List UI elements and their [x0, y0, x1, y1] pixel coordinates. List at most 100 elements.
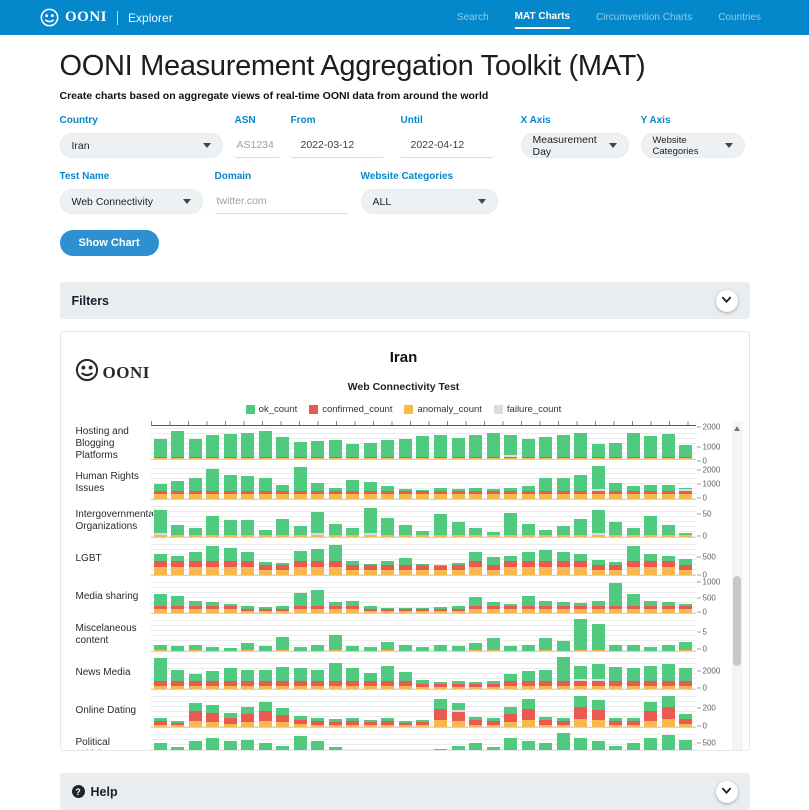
stacked-bar[interactable]	[592, 664, 605, 689]
stacked-bar[interactable]	[399, 439, 412, 459]
stacked-bar[interactable]	[294, 647, 307, 651]
stacked-bar[interactable]	[487, 489, 500, 499]
stacked-bar[interactable]	[487, 747, 500, 751]
stacked-bar[interactable]	[241, 670, 254, 689]
stacked-bar[interactable]	[469, 643, 482, 651]
stacked-bar[interactable]	[259, 702, 272, 727]
filters-chevron-button[interactable]	[716, 290, 738, 312]
nav-link-circumvention-charts[interactable]: Circumvention Charts	[596, 8, 692, 28]
help-collapse-bar[interactable]: ? Help	[60, 773, 750, 810]
stacked-bar[interactable]	[662, 525, 675, 537]
stacked-bar[interactable]	[627, 668, 640, 689]
stacked-bar[interactable]	[679, 668, 692, 689]
stacked-bar[interactable]	[662, 434, 675, 459]
stacked-bar[interactable]	[452, 606, 465, 613]
stacked-bar[interactable]	[557, 733, 570, 751]
stacked-bar[interactable]	[644, 666, 657, 689]
stacked-bar[interactable]	[259, 530, 272, 537]
stacked-bar[interactable]	[644, 485, 657, 499]
stacked-bar[interactable]	[574, 475, 587, 499]
stacked-bar[interactable]	[276, 667, 289, 689]
stacked-bar[interactable]	[399, 558, 412, 575]
show-chart-button[interactable]: Show Chart	[60, 230, 159, 256]
stacked-bar[interactable]	[329, 719, 342, 727]
stacked-bar[interactable]	[522, 552, 535, 575]
stacked-bar[interactable]	[399, 672, 412, 689]
stacked-bar[interactable]	[364, 443, 377, 459]
stacked-bar[interactable]	[574, 696, 587, 727]
stacked-bar[interactable]	[276, 519, 289, 537]
stacked-bar[interactable]	[329, 602, 342, 613]
stacked-bar[interactable]	[539, 478, 552, 499]
stacked-bar[interactable]	[627, 432, 640, 459]
scrollbar-thumb[interactable]	[733, 576, 741, 666]
stacked-bar[interactable]	[662, 664, 675, 689]
stacked-bar[interactable]	[452, 746, 465, 751]
stacked-bar[interactable]	[259, 431, 272, 459]
stacked-bar[interactable]	[627, 743, 640, 751]
stacked-bar[interactable]	[206, 671, 219, 689]
stacked-bar[interactable]	[662, 735, 675, 751]
stacked-bar[interactable]	[679, 604, 692, 613]
stacked-bar[interactable]	[416, 647, 429, 651]
stacked-bar[interactable]	[452, 563, 465, 575]
stacked-bar[interactable]	[644, 702, 657, 727]
stacked-bar[interactable]	[662, 602, 675, 613]
stacked-bar[interactable]	[259, 646, 272, 651]
chart-scrollbar[interactable]	[732, 421, 743, 751]
stacked-bar[interactable]	[416, 608, 429, 613]
stacked-bar[interactable]	[241, 606, 254, 613]
stacked-bar[interactable]	[487, 602, 500, 613]
stacked-bar[interactable]	[679, 714, 692, 727]
stacked-bar[interactable]	[276, 708, 289, 727]
stacked-bar[interactable]	[346, 646, 359, 651]
stacked-bar[interactable]	[311, 512, 324, 537]
stacked-bar[interactable]	[206, 602, 219, 613]
stacked-bar[interactable]	[241, 643, 254, 651]
stacked-bar[interactable]	[539, 743, 552, 751]
stacked-bar[interactable]	[346, 718, 359, 727]
stacked-bar[interactable]	[592, 700, 605, 727]
stacked-bar[interactable]	[294, 551, 307, 575]
stacked-bar[interactable]	[224, 713, 237, 727]
stacked-bar[interactable]	[592, 601, 605, 613]
stacked-bar[interactable]	[154, 658, 167, 689]
stacked-bar[interactable]	[171, 646, 184, 651]
stacked-bar[interactable]	[539, 550, 552, 575]
stacked-bar[interactable]	[276, 485, 289, 499]
stacked-bar[interactable]	[679, 445, 692, 459]
stacked-bar[interactable]	[329, 663, 342, 689]
asn-input[interactable]: AS1234	[235, 133, 279, 158]
stacked-bar[interactable]	[171, 596, 184, 613]
stacked-bar[interactable]	[522, 596, 535, 613]
stacked-bar[interactable]	[329, 488, 342, 499]
stacked-bar[interactable]	[206, 738, 219, 751]
stacked-bar[interactable]	[241, 432, 254, 459]
stacked-bar[interactable]	[487, 718, 500, 727]
stacked-bar[interactable]	[346, 668, 359, 689]
stacked-bar[interactable]	[311, 670, 324, 689]
stacked-bar[interactable]	[574, 619, 587, 651]
stacked-bar[interactable]	[557, 718, 570, 727]
stacked-bar[interactable]	[276, 563, 289, 575]
stacked-bar[interactable]	[609, 718, 622, 727]
stacked-bar[interactable]	[154, 718, 167, 727]
stacked-bar[interactable]	[539, 670, 552, 689]
stacked-bar[interactable]	[224, 475, 237, 499]
stacked-bar[interactable]	[592, 510, 605, 537]
stacked-bar[interactable]	[171, 747, 184, 751]
stacked-bar[interactable]	[487, 557, 500, 575]
stacked-bar[interactable]	[189, 703, 202, 727]
stacked-bar[interactable]	[469, 435, 482, 459]
stacked-bar[interactable]	[644, 436, 657, 459]
stacked-bar[interactable]	[224, 548, 237, 575]
stacked-bar[interactable]	[364, 606, 377, 613]
stacked-bar[interactable]	[504, 604, 517, 613]
stacked-bar[interactable]	[469, 528, 482, 537]
stacked-bar[interactable]	[487, 680, 500, 689]
stacked-bar[interactable]	[592, 741, 605, 751]
stacked-bar[interactable]	[487, 532, 500, 537]
stacked-bar[interactable]	[434, 514, 447, 537]
filters-collapse-bar[interactable]: Filters	[60, 282, 750, 319]
stacked-bar[interactable]	[311, 590, 324, 613]
